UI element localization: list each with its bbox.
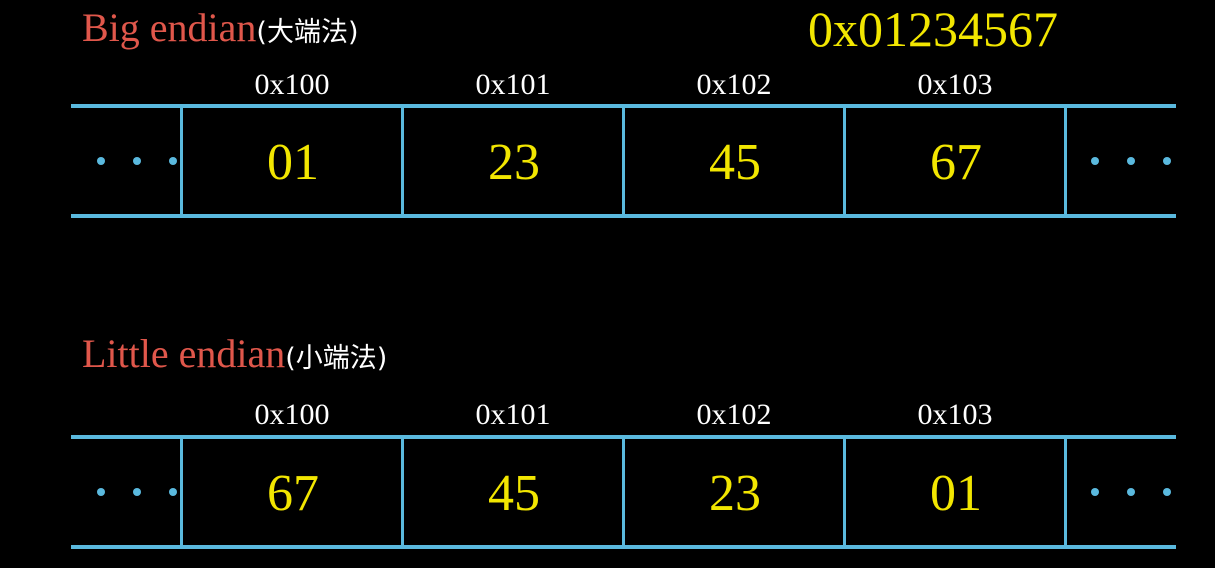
hex-value: 0x01234567 xyxy=(808,1,1058,57)
big-endian-byte-0: 01 xyxy=(267,134,319,191)
big-endian-address-3: 0x103 xyxy=(917,68,993,101)
big-endian-address-2: 0x102 xyxy=(696,68,772,101)
little-endian-address-0: 0x100 xyxy=(254,398,330,431)
little-endian-left-ellipsis-icon xyxy=(97,488,177,496)
little-endian-right-ellipsis-icon xyxy=(1091,488,1171,496)
little-endian-title: Little endian(小端法) xyxy=(82,334,387,374)
little-endian-byte-3: 01 xyxy=(930,465,982,522)
big-endian-address-1: 0x101 xyxy=(475,68,551,101)
little-endian-address-2: 0x102 xyxy=(696,398,772,431)
big-endian-address-0: 0x100 xyxy=(254,68,330,101)
big-endian-byte-1: 23 xyxy=(488,134,540,191)
big-endian-label: Big endian xyxy=(82,5,257,50)
little-endian-address-3: 0x103 xyxy=(917,398,993,431)
little-endian-label: Little endian xyxy=(82,331,286,376)
big-endian-right-ellipsis-icon xyxy=(1091,157,1171,165)
big-endian-title: Big endian(大端法) xyxy=(82,8,359,48)
big-endian-chinese-label: (大端法) xyxy=(256,17,359,48)
big-endian-byte-3: 67 xyxy=(930,134,982,191)
little-endian-byte-2: 23 xyxy=(709,465,761,522)
little-endian-byte-1: 45 xyxy=(488,465,540,522)
little-endian-address-1: 0x101 xyxy=(475,398,551,431)
little-endian-byte-0: 67 xyxy=(267,465,319,522)
little-endian-chinese-label: (小端法) xyxy=(285,343,388,374)
big-endian-left-ellipsis-icon xyxy=(97,157,177,165)
big-endian-byte-2: 45 xyxy=(709,134,761,191)
